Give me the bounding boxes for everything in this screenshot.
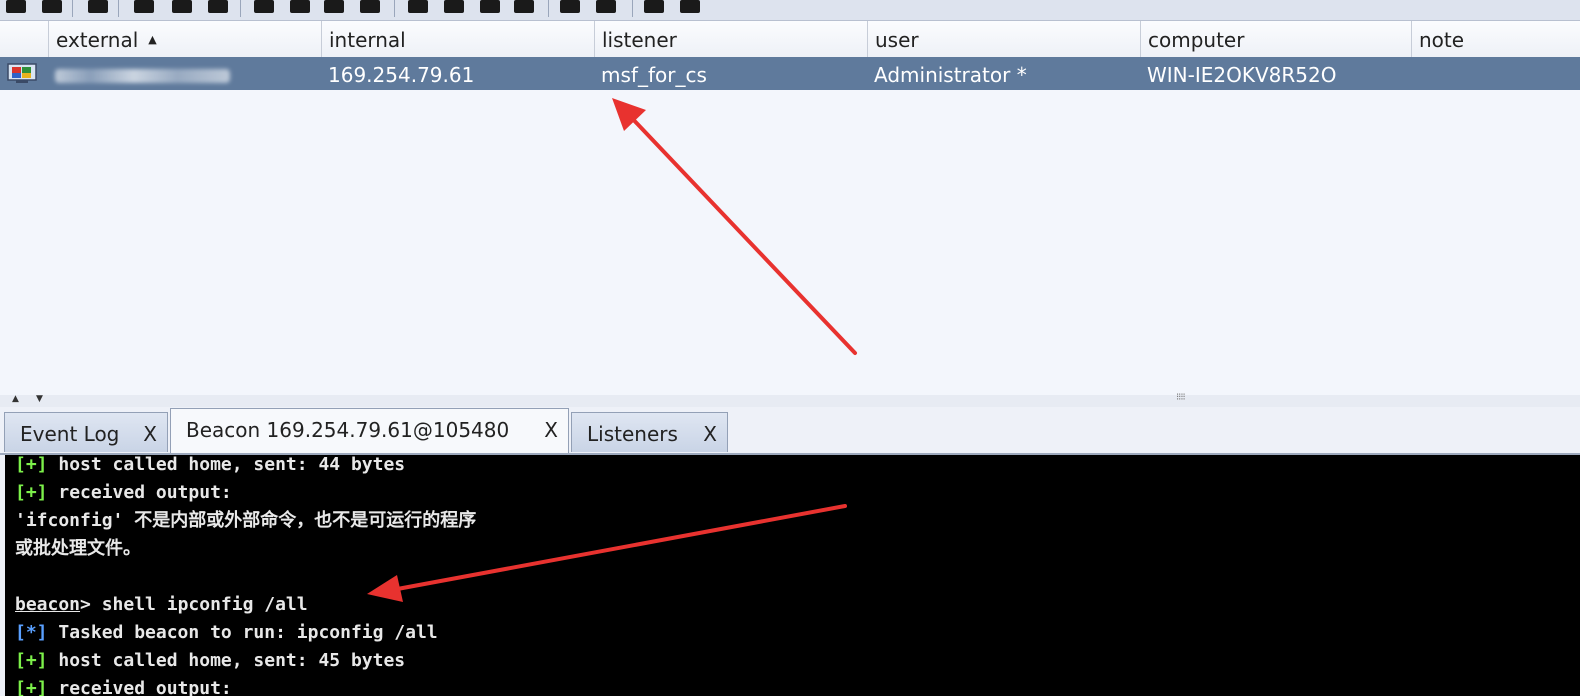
beacon-console[interactable]: [+] host called home, sent: 44 bytes [+]… [5, 455, 1580, 696]
toolbar-separator [240, 0, 241, 17]
target-icon[interactable] [208, 0, 228, 13]
package-icon[interactable] [680, 0, 700, 13]
tab-label: Beacon 169.254.79.61@105480 [186, 418, 510, 442]
drag-grip-icon[interactable]: ⁝⁝⁝⁝ [1176, 392, 1186, 403]
toolbar [0, 0, 1580, 21]
toolbar-separator [548, 0, 549, 17]
screenshot-icon[interactable] [360, 0, 380, 13]
cell-user: Administrator * [874, 63, 1027, 87]
connect-icon[interactable] [6, 0, 26, 13]
toolbar-separator [394, 0, 395, 17]
key-icon[interactable] [324, 0, 344, 13]
credentials-icon[interactable] [254, 0, 274, 13]
tab-listeners[interactable]: Listeners X [571, 412, 728, 452]
tab-beacon[interactable]: Beacon 169.254.79.61@105480 X [170, 408, 569, 453]
toolbar-separator [632, 0, 633, 17]
column-header-user[interactable]: user [867, 21, 1140, 57]
pivot-graph-icon[interactable] [88, 0, 108, 13]
table-row[interactable]: 169.254.79.61 msf_for_cs Administrator *… [0, 57, 1580, 90]
console-line: 或批处理文件。 [15, 538, 141, 559]
collapse-up-icon[interactable]: ▲ [12, 394, 19, 404]
download-icon[interactable] [290, 0, 310, 13]
tab-label: Listeners [587, 422, 678, 446]
disconnect-icon[interactable] [42, 0, 62, 13]
link-icon[interactable] [560, 0, 580, 13]
monitor-icon[interactable] [596, 0, 616, 13]
column-header-computer[interactable]: computer [1140, 21, 1411, 57]
column-header-icon[interactable] [0, 21, 48, 57]
console-line: [+] host called home, sent: 45 bytes [15, 650, 406, 671]
cell-internal: 169.254.79.61 [328, 63, 475, 87]
cell-computer: WIN-IE2OKV8R52O [1147, 63, 1337, 87]
sessions-table: external ▲ internal listener user compute… [0, 21, 1580, 396]
toolbar-separator [118, 0, 119, 17]
beacon-prompt: beacon [15, 594, 81, 615]
console-line: [*] Tasked beacon to run: ipconfig /all [15, 622, 438, 643]
split-pane-divider[interactable]: ▲ ▼ ⁝⁝⁝⁝ [0, 392, 1580, 407]
tab-event-log[interactable]: Event Log X [4, 412, 168, 452]
sort-ascending-icon: ▲ [148, 33, 157, 46]
console-line: [+] received output: [15, 678, 232, 696]
column-header-listener[interactable]: listener [594, 21, 867, 57]
list-icon[interactable] [172, 0, 192, 13]
console-line: [+] received output: [15, 482, 232, 503]
column-header-internal[interactable]: internal [321, 21, 594, 57]
coffee-icon[interactable] [444, 0, 464, 13]
close-icon[interactable]: X [703, 422, 717, 446]
cell-note [1411, 57, 1580, 90]
document-icon[interactable] [480, 0, 500, 13]
console-line: [+] host called home, sent: 44 bytes [15, 455, 406, 475]
redacted-external-ip [55, 69, 230, 83]
tab-bar: Event Log X Beacon 169.254.79.61@105480 … [0, 408, 1580, 455]
toolbar-separator [72, 0, 73, 17]
column-header-external[interactable]: external ▲ [48, 21, 321, 57]
windows-host-icon [7, 63, 37, 83]
close-icon[interactable]: X [143, 422, 157, 446]
close-icon[interactable]: X [544, 418, 558, 442]
column-label: external [56, 28, 139, 52]
table-header: external ▲ internal listener user compute… [0, 21, 1580, 58]
tab-label: Event Log [20, 422, 120, 446]
console-command-line: beacon> shell ipconfig /all [15, 594, 308, 615]
settings-icon[interactable] [408, 0, 428, 13]
collapse-down-icon[interactable]: ▼ [36, 394, 43, 404]
notes-icon[interactable] [644, 0, 664, 13]
cell-external [48, 57, 321, 90]
terminal-icon[interactable] [514, 0, 534, 13]
column-header-note[interactable]: note [1411, 21, 1580, 57]
session-table-icon[interactable] [134, 0, 154, 13]
console-line: 'ifconfig' 不是内部或外部命令，也不是可运行的程序 [15, 510, 477, 531]
cell-listener: msf_for_cs [601, 63, 707, 87]
